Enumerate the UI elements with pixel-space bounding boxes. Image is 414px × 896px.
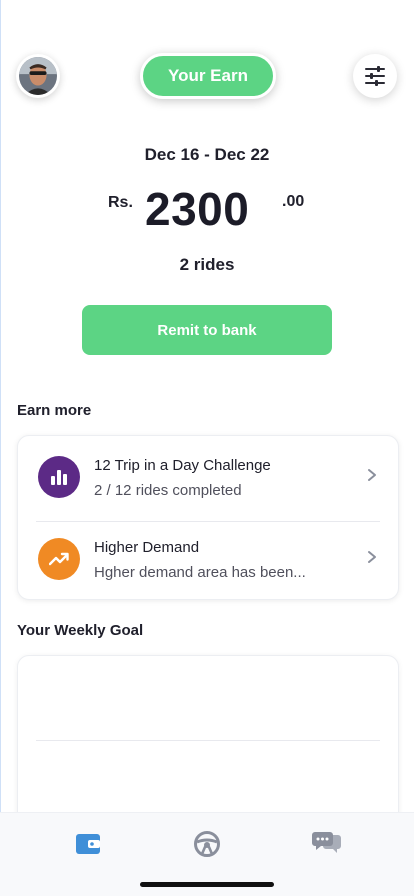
demand-subtitle: Hgher demand area has been...	[94, 564, 306, 581]
earnings-screen: Your Earn Dec 16 - Dec 22 Rs. 2300 .00 2…	[0, 0, 414, 896]
page-title: Your Earn	[140, 53, 276, 99]
earn-more-card: 12 Trip in a Day Challenge 2 / 12 rides …	[17, 435, 399, 600]
filter-button[interactable]	[353, 54, 397, 98]
earn-more-heading: Earn more	[17, 402, 92, 419]
date-range: Dec 16 - Dec 22	[144, 145, 270, 164]
nav-drive-tab[interactable]	[192, 829, 222, 859]
home-indicator[interactable]	[140, 882, 274, 887]
challenge-subtitle: 2 / 12 rides completed	[94, 482, 242, 499]
list-item-higher-demand[interactable]: Higher Demand Hgher demand area has been…	[18, 518, 400, 598]
chevron-right-icon	[368, 469, 376, 481]
amount-value: 2300	[145, 183, 250, 235]
bar-chart-icon	[51, 470, 67, 485]
driver-avatar[interactable]	[16, 54, 60, 98]
remit-to-bank-button[interactable]: Remit to bank	[82, 305, 332, 355]
challenge-title: 12 Trip in a Day Challenge	[94, 457, 271, 474]
avatar-image	[19, 57, 57, 95]
chat-icon	[312, 832, 341, 853]
demand-icon-badge	[38, 538, 80, 580]
chevron-right-icon	[368, 551, 376, 563]
list-item-challenge[interactable]: 12 Trip in a Day Challenge 2 / 12 rides …	[18, 436, 400, 516]
nav-chat-tab[interactable]	[312, 829, 342, 859]
nav-wallet-tab[interactable]	[73, 829, 103, 859]
wallet-icon	[76, 834, 100, 854]
weekly-goal-card	[17, 655, 399, 835]
goal-divider	[36, 740, 380, 741]
currency-label: Rs.	[108, 194, 133, 211]
demand-title: Higher Demand	[94, 539, 200, 556]
steering-wheel-icon	[194, 831, 220, 857]
amount-decimals: .00	[282, 193, 305, 210]
earnings-amount: Rs. 2300 .00	[0, 182, 414, 238]
trending-up-icon	[49, 552, 69, 566]
challenge-icon-badge	[38, 456, 80, 498]
sliders-icon	[365, 66, 385, 86]
left-edge-line	[0, 0, 1, 896]
rides-count: 2 rides	[179, 255, 235, 274]
weekly-goal-heading: Your Weekly Goal	[17, 622, 144, 639]
